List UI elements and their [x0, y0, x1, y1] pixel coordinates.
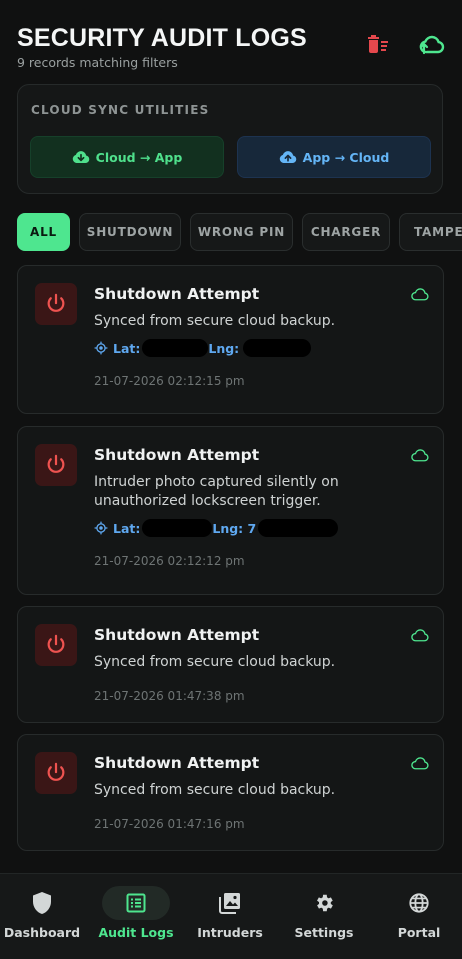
gps-icon — [94, 341, 108, 355]
cloud-sync-panel: CLOUD SYNC UTILITIES Cloud → App App → C… — [17, 84, 443, 194]
log-card[interactable]: Shutdown Attempt Synced from secure clou… — [17, 734, 444, 851]
log-type-badge — [35, 752, 77, 794]
cloud-upload-icon — [279, 151, 296, 164]
log-type-badge — [35, 624, 77, 666]
longitude-label: Lng: — [208, 340, 240, 356]
latitude-label: Lat: — [113, 520, 141, 536]
log-title: Shutdown Attempt — [94, 446, 260, 464]
log-card[interactable]: Shutdown Attempt Synced from secure clou… — [17, 265, 444, 414]
longitude-redacted — [258, 519, 339, 537]
nav-intruders-label: Intruders — [197, 925, 263, 940]
log-description: Synced from secure cloud backup. — [94, 782, 336, 798]
cloud-sync-button[interactable] — [419, 32, 445, 58]
cloud-synced-icon — [411, 756, 429, 769]
header-actions — [365, 32, 445, 58]
log-timestamp: 21-07-2026 01:47:16 pm — [94, 817, 245, 831]
nav-intruders[interactable]: Intruders — [184, 886, 276, 946]
log-description: Intruder photo captured silently on unau… — [94, 474, 339, 509]
delete-sweep-icon — [368, 35, 388, 53]
cloud-synced-icon — [411, 448, 429, 461]
log-description: Synced from secure cloud backup. — [94, 313, 336, 329]
power-icon — [47, 454, 65, 473]
list-icon — [126, 893, 146, 913]
nav-settings-label: Settings — [294, 925, 354, 940]
nav-portal[interactable]: Portal — [373, 886, 462, 946]
cloud-to-app-label: Cloud → App — [95, 149, 183, 165]
filter-wrong-pin[interactable]: WRONG PIN — [190, 213, 293, 251]
log-description: Synced from secure cloud backup. — [94, 654, 336, 670]
power-icon — [47, 634, 65, 653]
nav-portal-label: Portal — [397, 925, 441, 940]
clear-logs-button[interactable] — [365, 32, 391, 58]
filter-all[interactable]: ALL — [17, 213, 70, 251]
power-icon — [47, 293, 65, 312]
nav-dashboard-label: Dashboard — [3, 925, 81, 940]
cloud-synced-icon — [411, 628, 429, 641]
latitude-label: Lat: — [113, 340, 141, 356]
log-timestamp: 21-07-2026 01:47:38 pm — [94, 689, 245, 703]
log-title: Shutdown Attempt — [94, 626, 260, 644]
cloud-download-icon — [72, 151, 89, 164]
longitude-redacted — [243, 339, 312, 357]
nav-audit-logs-label: Audit Logs — [98, 925, 174, 940]
power-icon — [47, 762, 65, 781]
photo-library-icon — [219, 893, 240, 914]
latitude-redacted — [142, 519, 213, 537]
log-timestamp: 21-07-2026 02:12:15 pm — [94, 374, 245, 388]
header: SECURITY AUDIT LOGS 9 records matching f… — [17, 24, 445, 72]
nav-settings[interactable]: Settings — [278, 886, 370, 946]
latitude-redacted — [142, 339, 209, 357]
globe-icon — [409, 893, 429, 913]
app-to-cloud-button[interactable]: App → Cloud — [237, 136, 431, 178]
gear-icon — [317, 894, 333, 912]
cloud-sync-label: CLOUD SYNC UTILITIES — [31, 103, 210, 117]
shield-icon — [33, 892, 51, 914]
log-location[interactable]: Lat: Lng: — [94, 339, 429, 357]
log-title: Shutdown Attempt — [94, 754, 260, 772]
filter-tamper[interactable]: TAMPER — [399, 213, 462, 251]
cloud-to-app-button[interactable]: Cloud → App — [30, 136, 224, 178]
cloud-synced-icon — [411, 287, 429, 300]
log-timestamp: 21-07-2026 02:12:12 pm — [94, 554, 245, 568]
cloud-sync-icon — [419, 35, 445, 55]
longitude-label: Lng: 7 — [212, 520, 257, 536]
filter-charger[interactable]: CHARGER — [302, 213, 390, 251]
app-to-cloud-label: App → Cloud — [302, 149, 390, 165]
nav-dashboard[interactable]: Dashboard — [0, 886, 88, 946]
filter-shutdown[interactable]: SHUTDOWN — [79, 213, 181, 251]
log-title: Shutdown Attempt — [94, 285, 260, 303]
log-type-badge — [35, 283, 77, 325]
nav-audit-logs[interactable]: Audit Logs — [90, 886, 182, 946]
gps-icon — [94, 521, 108, 535]
audit-logs-screen: SECURITY AUDIT LOGS 9 records matching f… — [0, 0, 462, 959]
log-location[interactable]: Lat: Lng: 7 — [94, 519, 429, 537]
log-card[interactable]: Shutdown Attempt Synced from secure clou… — [17, 606, 444, 723]
bottom-navigation: Dashboard Audit Logs Intruders Settings … — [0, 873, 462, 959]
log-type-badge — [35, 444, 77, 486]
log-card[interactable]: Shutdown Attempt Intruder photo captured… — [17, 426, 444, 595]
filter-chips: ALL SHUTDOWN WRONG PIN CHARGER TAMPER — [17, 213, 462, 251]
